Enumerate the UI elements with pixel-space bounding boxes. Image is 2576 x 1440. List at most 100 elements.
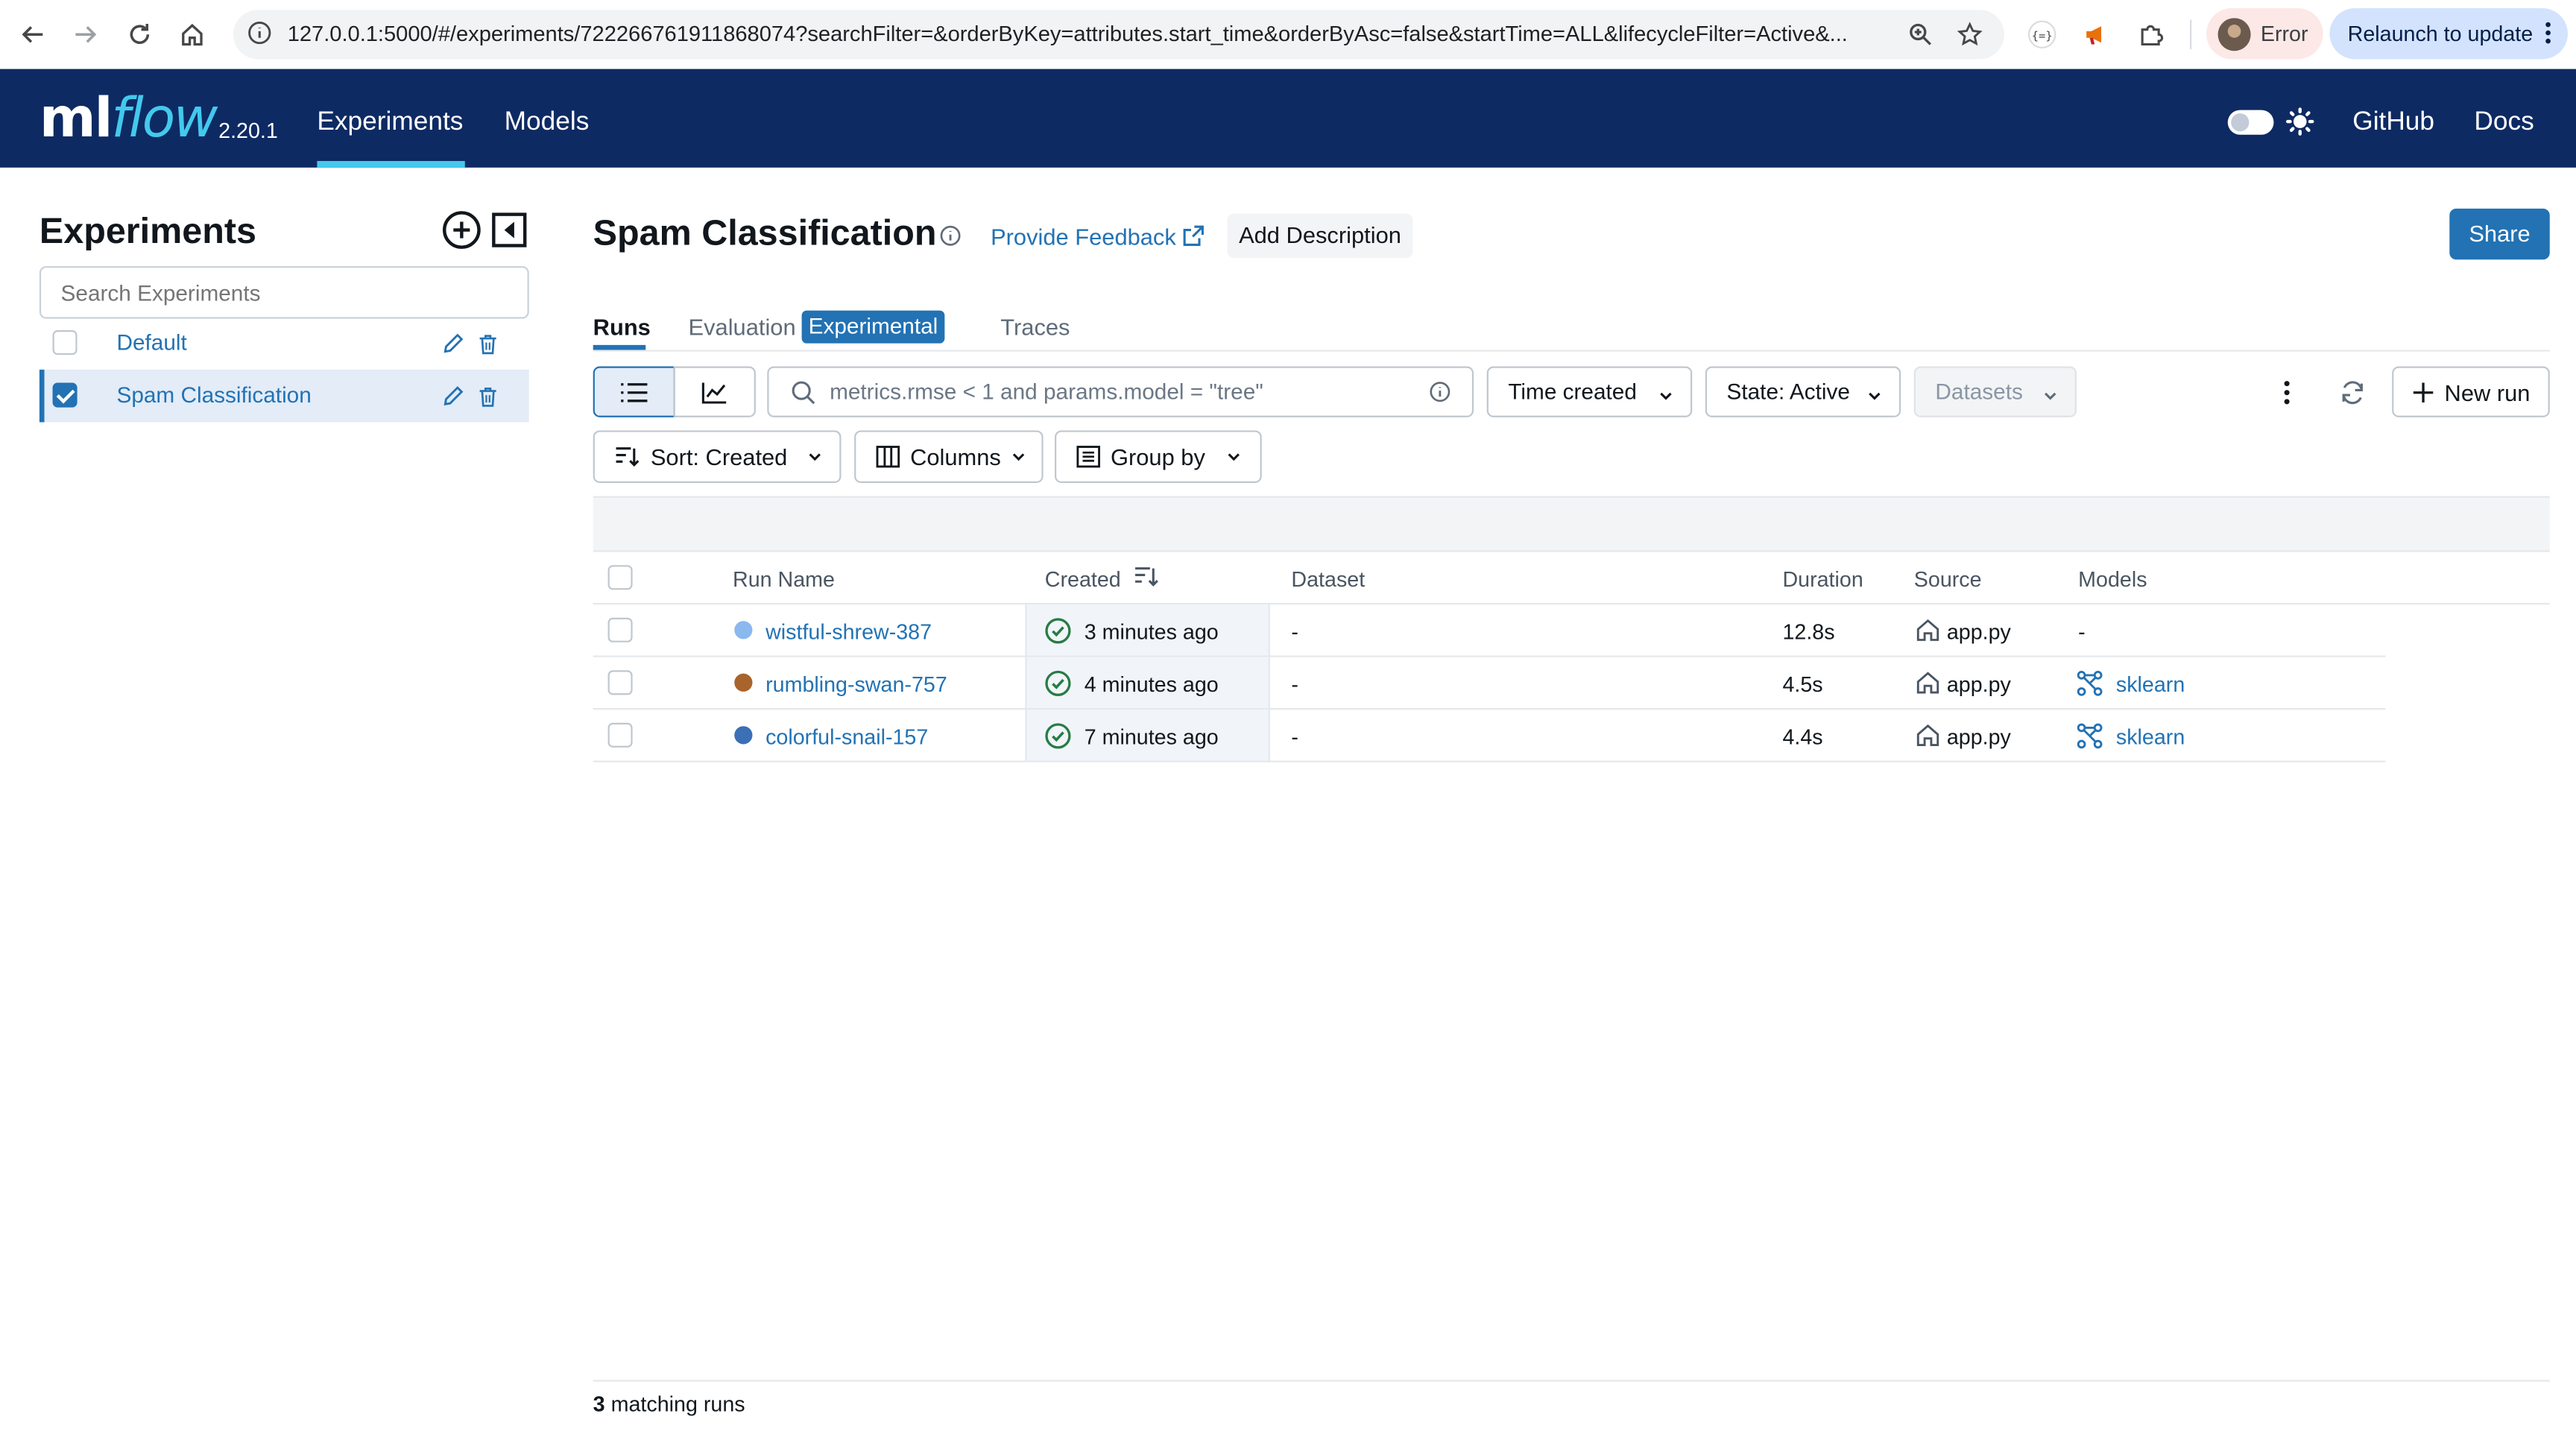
chevron-down-icon — [2042, 385, 2059, 409]
experiment-checkbox[interactable] — [52, 382, 78, 408]
info-icon[interactable] — [1430, 381, 1451, 411]
model-icon — [2077, 670, 2103, 704]
duration-value: 12.8s — [1782, 619, 1835, 645]
sun-icon — [2285, 107, 2315, 145]
collapse-sidebar-icon[interactable] — [490, 210, 529, 250]
column-header-run-name[interactable]: Run Name — [733, 566, 835, 591]
run-filter-input[interactable]: metrics.rmse < 1 and params.model = "tre… — [767, 366, 1474, 417]
source-value[interactable]: app.py — [1947, 619, 2011, 644]
select-all-checkbox[interactable] — [607, 565, 633, 590]
table-view-button[interactable] — [593, 366, 675, 417]
extension-icon[interactable]: {=} — [2026, 18, 2059, 51]
plus-icon — [2413, 382, 2434, 402]
share-button[interactable]: Share — [2449, 208, 2550, 260]
browser-toolbar: 127.0.0.1:5000/#/experiments/72226676191… — [0, 0, 2576, 69]
sidebar-item-default[interactable]: Default — [40, 317, 529, 370]
nav-models[interactable]: Models — [505, 108, 590, 138]
edit-icon[interactable] — [442, 332, 465, 355]
trash-icon[interactable] — [476, 332, 499, 355]
row-checkbox[interactable] — [607, 617, 633, 642]
nav-active-indicator — [317, 161, 465, 168]
datasets-dropdown[interactable]: Datasets — [1913, 366, 2077, 417]
chevron-down-icon — [1658, 385, 1674, 409]
chart-view-button[interactable] — [673, 366, 756, 417]
chevron-down-icon — [1227, 453, 1240, 461]
sort-dropdown[interactable]: Sort: Created — [593, 430, 842, 484]
tab-traces[interactable]: Traces — [1000, 314, 1070, 340]
column-header-duration[interactable]: Duration — [1782, 566, 1863, 591]
column-header-models[interactable]: Models — [2078, 566, 2147, 591]
table-row[interactable]: wistful-shrew-387 3 minutes ago - 12.8s … — [593, 604, 2386, 657]
column-header-created[interactable]: Created — [1045, 566, 1121, 591]
reload-icon[interactable] — [121, 16, 157, 52]
add-description-button[interactable]: Add Description — [1227, 213, 1413, 259]
github-link[interactable]: GitHub — [2352, 108, 2434, 138]
model-link[interactable]: sklearn — [2116, 672, 2185, 696]
search-experiments-input[interactable] — [39, 266, 529, 319]
more-options-icon[interactable] — [2267, 373, 2307, 412]
run-color-dot[interactable] — [734, 726, 753, 745]
docs-link[interactable]: Docs — [2474, 108, 2534, 138]
refresh-icon[interactable] — [2333, 373, 2373, 412]
matching-runs-count: 3 matching runs — [593, 1392, 745, 1416]
tab-runs[interactable]: Runs — [593, 314, 651, 340]
sort-descending-icon[interactable] — [1134, 565, 1160, 596]
edit-icon[interactable] — [442, 385, 465, 408]
column-header-dataset[interactable]: Dataset — [1291, 566, 1365, 591]
dataset-value: - — [1291, 724, 1298, 750]
create-experiment-icon[interactable] — [442, 210, 482, 250]
run-color-dot[interactable] — [734, 621, 753, 640]
new-run-button[interactable]: New run — [2392, 366, 2550, 417]
column-header-source[interactable]: Source — [1914, 566, 1982, 591]
megaphone-icon[interactable] — [2080, 18, 2112, 51]
url-text[interactable]: 127.0.0.1:5000/#/experiments/72226676191… — [288, 19, 1898, 49]
info-icon[interactable] — [940, 225, 962, 255]
zoom-icon[interactable] — [1904, 18, 1937, 51]
columns-dropdown[interactable]: Columns — [854, 430, 1044, 484]
provide-feedback-link[interactable]: Provide Feedback — [991, 224, 1176, 250]
line-chart-icon — [701, 382, 727, 403]
puzzle-icon[interactable] — [2134, 18, 2167, 51]
sidebar-item-spam-classification[interactable]: Spam Classification — [39, 369, 529, 423]
mlflow-logo[interactable]: mlflow — [40, 86, 218, 151]
back-icon[interactable] — [15, 16, 51, 52]
run-name-link[interactable]: colorful-snail-157 — [765, 724, 928, 749]
home-icon — [1916, 670, 1940, 703]
run-name-link[interactable]: wistful-shrew-387 — [765, 619, 932, 644]
site-info-icon[interactable] — [247, 19, 273, 54]
table-row[interactable]: rumbling-swan-757 4 minutes ago - 4.5s a… — [593, 657, 2386, 710]
experimental-badge: Experimental — [801, 310, 945, 344]
columns-label: Columns — [910, 443, 1001, 470]
relaunch-button[interactable]: Relaunch to update — [2329, 8, 2569, 60]
experiment-name[interactable]: Spam Classification — [116, 383, 311, 408]
dark-mode-toggle[interactable] — [2227, 110, 2274, 135]
row-checkbox[interactable] — [607, 670, 633, 695]
profile-error-chip[interactable]: Error — [2206, 8, 2323, 60]
duration-value: 4.5s — [1782, 672, 1823, 697]
experiment-name[interactable]: Default — [116, 330, 186, 355]
home-icon[interactable] — [174, 16, 210, 52]
table-header: Run Name Created Dataset Duration Source… — [593, 552, 2550, 605]
bookmark-star-icon[interactable] — [1954, 18, 1986, 51]
external-link-icon[interactable] — [1181, 224, 1206, 256]
nav-experiments[interactable]: Experiments — [317, 108, 463, 138]
runs-count: 3 — [593, 1391, 605, 1416]
time-created-dropdown[interactable]: Time created — [1486, 366, 1693, 417]
run-name-link[interactable]: rumbling-swan-757 — [765, 672, 947, 696]
table-row[interactable]: colorful-snail-157 7 minutes ago - 4.4s … — [593, 710, 2386, 762]
tab-evaluation[interactable]: Evaluation — [689, 314, 796, 340]
forward-icon[interactable] — [67, 16, 103, 52]
trash-icon[interactable] — [476, 385, 499, 408]
created-time: 4 minutes ago — [1084, 672, 1219, 697]
source-value[interactable]: app.py — [1947, 724, 2011, 749]
run-color-dot[interactable] — [734, 673, 753, 692]
experiment-checkbox[interactable] — [52, 330, 78, 356]
model-link[interactable]: sklearn — [2116, 724, 2185, 749]
footer-divider — [593, 1380, 2550, 1382]
state-filter-dropdown[interactable]: State: Active — [1705, 366, 1901, 417]
success-check-icon — [1045, 618, 1071, 652]
group-by-dropdown[interactable]: Group by — [1055, 430, 1262, 484]
source-value[interactable]: app.py — [1947, 672, 2011, 696]
app-root: 127.0.0.1:5000/#/experiments/72226676191… — [0, 0, 2576, 1440]
row-checkbox[interactable] — [607, 722, 633, 748]
